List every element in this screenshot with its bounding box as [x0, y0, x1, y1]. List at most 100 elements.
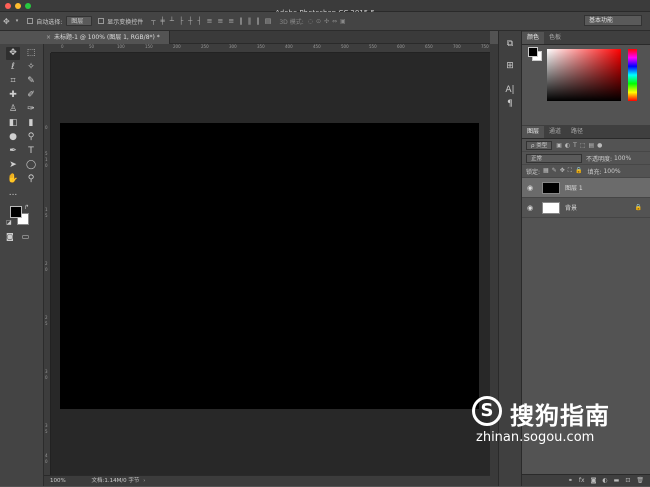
layer-filter-row: ρ 类型 ▣◐T⬚▤●: [522, 139, 650, 152]
layer-filter-dropdown[interactable]: ρ 类型: [526, 140, 553, 150]
3d-tools-icons[interactable]: ◌⊙✣⇔▣: [308, 18, 349, 25]
dodge-tool-icon[interactable]: ⚲: [24, 131, 38, 144]
lock-row: 锁定: ▦✎✥⛶🔒 填充: 100%: [522, 165, 650, 178]
zoom-tool-icon[interactable]: ⚲: [24, 173, 38, 186]
ruler-label: 0: [61, 44, 64, 49]
align-top-icon[interactable]: ┬: [151, 17, 155, 25]
lasso-tool-icon[interactable]: ℓ: [6, 61, 20, 74]
crop-tool-icon[interactable]: ⌗: [6, 75, 20, 88]
mask-icon[interactable]: ◙: [591, 475, 597, 486]
new-layer-icon[interactable]: ⊡: [625, 475, 630, 486]
more-tools-icon[interactable]: ...: [6, 187, 20, 200]
fill-value[interactable]: 100%: [603, 168, 620, 175]
move-tool-icon[interactable]: ✥: [3, 17, 10, 26]
distribute-vcenter-icon[interactable]: ≡: [217, 17, 223, 25]
show-transform-checkbox[interactable]: [98, 18, 105, 24]
auto-select-dropdown[interactable]: 图层: [66, 16, 93, 26]
link-icon[interactable]: ⚭: [568, 475, 573, 486]
tab-swatches[interactable]: 色板: [544, 32, 566, 44]
healing-brush-tool-icon[interactable]: ✚: [6, 89, 20, 102]
document-canvas[interactable]: [60, 123, 479, 409]
zoom-level[interactable]: 100%: [50, 478, 66, 484]
lock-icons[interactable]: ▦✎✥⛶🔒: [543, 167, 585, 175]
character-panel-icon[interactable]: A|: [502, 85, 518, 99]
adjustment-icon[interactable]: ◐: [602, 475, 607, 486]
layer-row[interactable]: ◉ 图层 1: [522, 178, 650, 198]
color-picker-field[interactable]: [547, 49, 621, 101]
pen-tool-icon[interactable]: ✒: [6, 145, 20, 158]
distribute-left-icon[interactable]: ‖: [239, 17, 243, 25]
ruler-label: 2: [45, 261, 48, 266]
close-window-button[interactable]: [5, 3, 11, 9]
screen-mode-icon[interactable]: ▭: [22, 232, 30, 241]
status-menu-icon[interactable]: ›: [143, 478, 145, 484]
swap-colors-icon[interactable]: ↱: [24, 204, 29, 211]
ruler-label: 3: [45, 369, 48, 374]
layer-filter-icons[interactable]: ▣◐T⬚▤●: [556, 142, 605, 149]
window-controls[interactable]: [5, 3, 31, 9]
ruler-label: 4: [45, 453, 48, 458]
distribute-top-icon[interactable]: ≡: [207, 17, 213, 25]
sogou-logo-icon: S: [472, 396, 502, 426]
folder-icon[interactable]: ▬: [614, 475, 620, 486]
distribute-bottom-icon[interactable]: ≡: [228, 17, 234, 25]
close-tab-icon[interactable]: ×: [46, 31, 51, 44]
type-tool-icon[interactable]: T: [24, 145, 38, 158]
align-vcenter-icon[interactable]: ╪: [161, 17, 165, 25]
auto-select-label: 自动选择:: [36, 18, 63, 26]
history-brush-tool-icon[interactable]: ✑: [24, 103, 38, 116]
magic-wand-tool-icon[interactable]: ✧: [24, 61, 38, 74]
visibility-eye-icon[interactable]: ◉: [522, 204, 538, 212]
visibility-eye-icon[interactable]: ◉: [522, 184, 538, 192]
layer-row[interactable]: ◉ 背景 🔒: [522, 198, 650, 218]
opacity-value[interactable]: 100%: [614, 155, 631, 162]
move-tool-icon[interactable]: ✥: [6, 47, 20, 60]
layer-thumbnail: [542, 181, 560, 194]
default-colors-icon[interactable]: ◪: [6, 219, 12, 226]
tab-layers[interactable]: 图层: [522, 126, 545, 138]
ruler-label: 5: [45, 151, 48, 156]
lock-label: 锁定:: [526, 168, 541, 176]
tab-channels[interactable]: 通道: [544, 126, 566, 138]
ruler-label: 450: [313, 44, 321, 49]
zoom-window-button[interactable]: [25, 3, 31, 9]
workspace-switcher[interactable]: 基本功能: [584, 15, 642, 26]
trash-icon[interactable]: 🗑: [636, 475, 644, 486]
fx-icon[interactable]: fx: [579, 475, 585, 486]
auto-align-icon[interactable]: ▤: [265, 17, 272, 25]
align-hcenter-icon[interactable]: ┼: [188, 17, 192, 25]
blend-mode-dropdown[interactable]: 正常: [526, 153, 582, 163]
ruler-label: 0: [45, 267, 48, 272]
path-selection-tool-icon[interactable]: ➤: [6, 159, 20, 172]
paragraph-panel-icon[interactable]: ¶: [502, 99, 518, 113]
history-panel-icon[interactable]: ⧉: [502, 39, 518, 53]
clone-stamp-tool-icon[interactable]: ♙: [6, 103, 20, 116]
eraser-tool-icon[interactable]: ◧: [6, 117, 20, 130]
marquee-tool-icon[interactable]: ⬚: [24, 47, 38, 60]
auto-select-checkbox[interactable]: [27, 18, 34, 24]
hue-slider[interactable]: [628, 49, 637, 101]
distribute-right-icon[interactable]: ‖: [256, 17, 260, 25]
ellipse-tool-icon[interactable]: ◯: [24, 159, 38, 172]
foreground-color-swatch[interactable]: [10, 206, 22, 218]
layers-footer: ⚭ fx ◙ ◐ ▬ ⊡ 🗑: [522, 474, 650, 486]
eyedropper-tool-icon[interactable]: ✎: [24, 75, 38, 88]
properties-panel-icon[interactable]: ⊞: [502, 61, 518, 75]
minimize-window-button[interactable]: [15, 3, 21, 9]
document-tab[interactable]: × 未标题-1 @ 100% (图层 1, RGB/8*) *: [44, 31, 170, 44]
brush-tool-icon[interactable]: ✐: [24, 89, 38, 102]
document-tab-bar: × 未标题-1 @ 100% (图层 1, RGB/8*) *: [44, 31, 490, 44]
align-bottom-icon[interactable]: ┴: [170, 17, 174, 25]
align-right-icon[interactable]: ┤: [197, 17, 201, 25]
align-left-icon[interactable]: ├: [179, 17, 183, 25]
gradient-tool-icon[interactable]: ▮: [24, 117, 38, 130]
show-transform-label: 显示变换控件: [107, 18, 144, 26]
foreground-color-chip[interactable]: [528, 47, 538, 57]
chevron-down-icon[interactable]: ▾: [16, 18, 19, 24]
hand-tool-icon[interactable]: ✋: [6, 173, 20, 186]
blur-tool-icon[interactable]: ●: [6, 131, 20, 144]
tab-paths[interactable]: 路径: [566, 126, 588, 138]
tab-color[interactable]: 颜色: [522, 32, 545, 44]
distribute-hcenter-icon[interactable]: ‖: [248, 17, 252, 25]
quick-mask-icon[interactable]: ◙: [6, 232, 14, 241]
